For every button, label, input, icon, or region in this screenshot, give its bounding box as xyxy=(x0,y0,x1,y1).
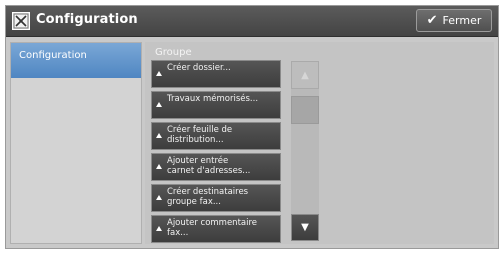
list-item-label-2: carnet d'adresses... xyxy=(167,166,251,176)
list-item-label-2: fax... xyxy=(167,228,189,238)
list-item-distribution-sheet[interactable]: Créer feuille de distribution... xyxy=(151,122,281,150)
list-item-create-folder[interactable]: Créer dossier... xyxy=(151,60,281,88)
list-item-stored-jobs[interactable]: Travaux mémorisés... xyxy=(151,91,281,119)
list-item-label-2: groupe fax... xyxy=(167,197,221,207)
list-item-label: Travaux mémorisés... xyxy=(167,94,259,104)
triangle-icon xyxy=(156,195,162,200)
list-item-label: Ajouter entrée xyxy=(167,156,229,166)
list-item-fax-comment[interactable]: Ajouter commentaire fax... xyxy=(151,215,281,243)
triangle-icon xyxy=(156,133,162,138)
checkmark-icon: ✔ xyxy=(426,13,438,28)
group-list: Créer dossier... Travaux mémorisés... Cr… xyxy=(151,60,285,244)
list-item-label: Créer destinataires xyxy=(167,187,249,197)
sidebar-item-configuration[interactable]: Configuration xyxy=(11,43,141,78)
scroll-up-button[interactable]: ▲ xyxy=(291,61,319,89)
list-item-address-book-entry[interactable]: Ajouter entrée carnet d'adresses... xyxy=(151,153,281,181)
scrollbar[interactable]: ▲ ▼ xyxy=(291,61,319,241)
list-item-label: Créer feuille de xyxy=(167,125,233,135)
sidebar-item-label: Configuration xyxy=(19,50,87,61)
triangle-icon xyxy=(156,102,162,107)
page-title: Configuration xyxy=(36,12,138,27)
configuration-window: Configuration ✔ Fermer Configuration Gro… xyxy=(5,5,499,249)
scroll-thumb[interactable] xyxy=(291,96,319,124)
triangle-icon xyxy=(156,71,162,76)
triangle-icon xyxy=(156,164,162,169)
down-arrow-icon: ▼ xyxy=(301,222,309,233)
list-item-label-2: distribution... xyxy=(167,135,224,145)
list-item-label: Ajouter commentaire xyxy=(167,218,258,228)
group-label: Groupe xyxy=(155,47,192,58)
list-item-fax-group-recipients[interactable]: Créer destinataires groupe fax... xyxy=(151,184,281,212)
title-bar: Configuration ✔ Fermer xyxy=(6,6,498,37)
sidebar: Configuration xyxy=(10,42,142,244)
triangle-icon xyxy=(156,226,162,231)
list-item-label: Créer dossier... xyxy=(167,63,231,73)
configuration-icon xyxy=(12,12,30,30)
up-arrow-icon: ▲ xyxy=(301,69,309,81)
main-panel: Groupe Créer dossier... Travaux mémorisé… xyxy=(145,42,494,244)
scroll-down-button[interactable]: ▼ xyxy=(291,214,319,241)
close-button[interactable]: ✔ Fermer xyxy=(416,9,492,32)
close-button-label: Fermer xyxy=(442,14,482,27)
